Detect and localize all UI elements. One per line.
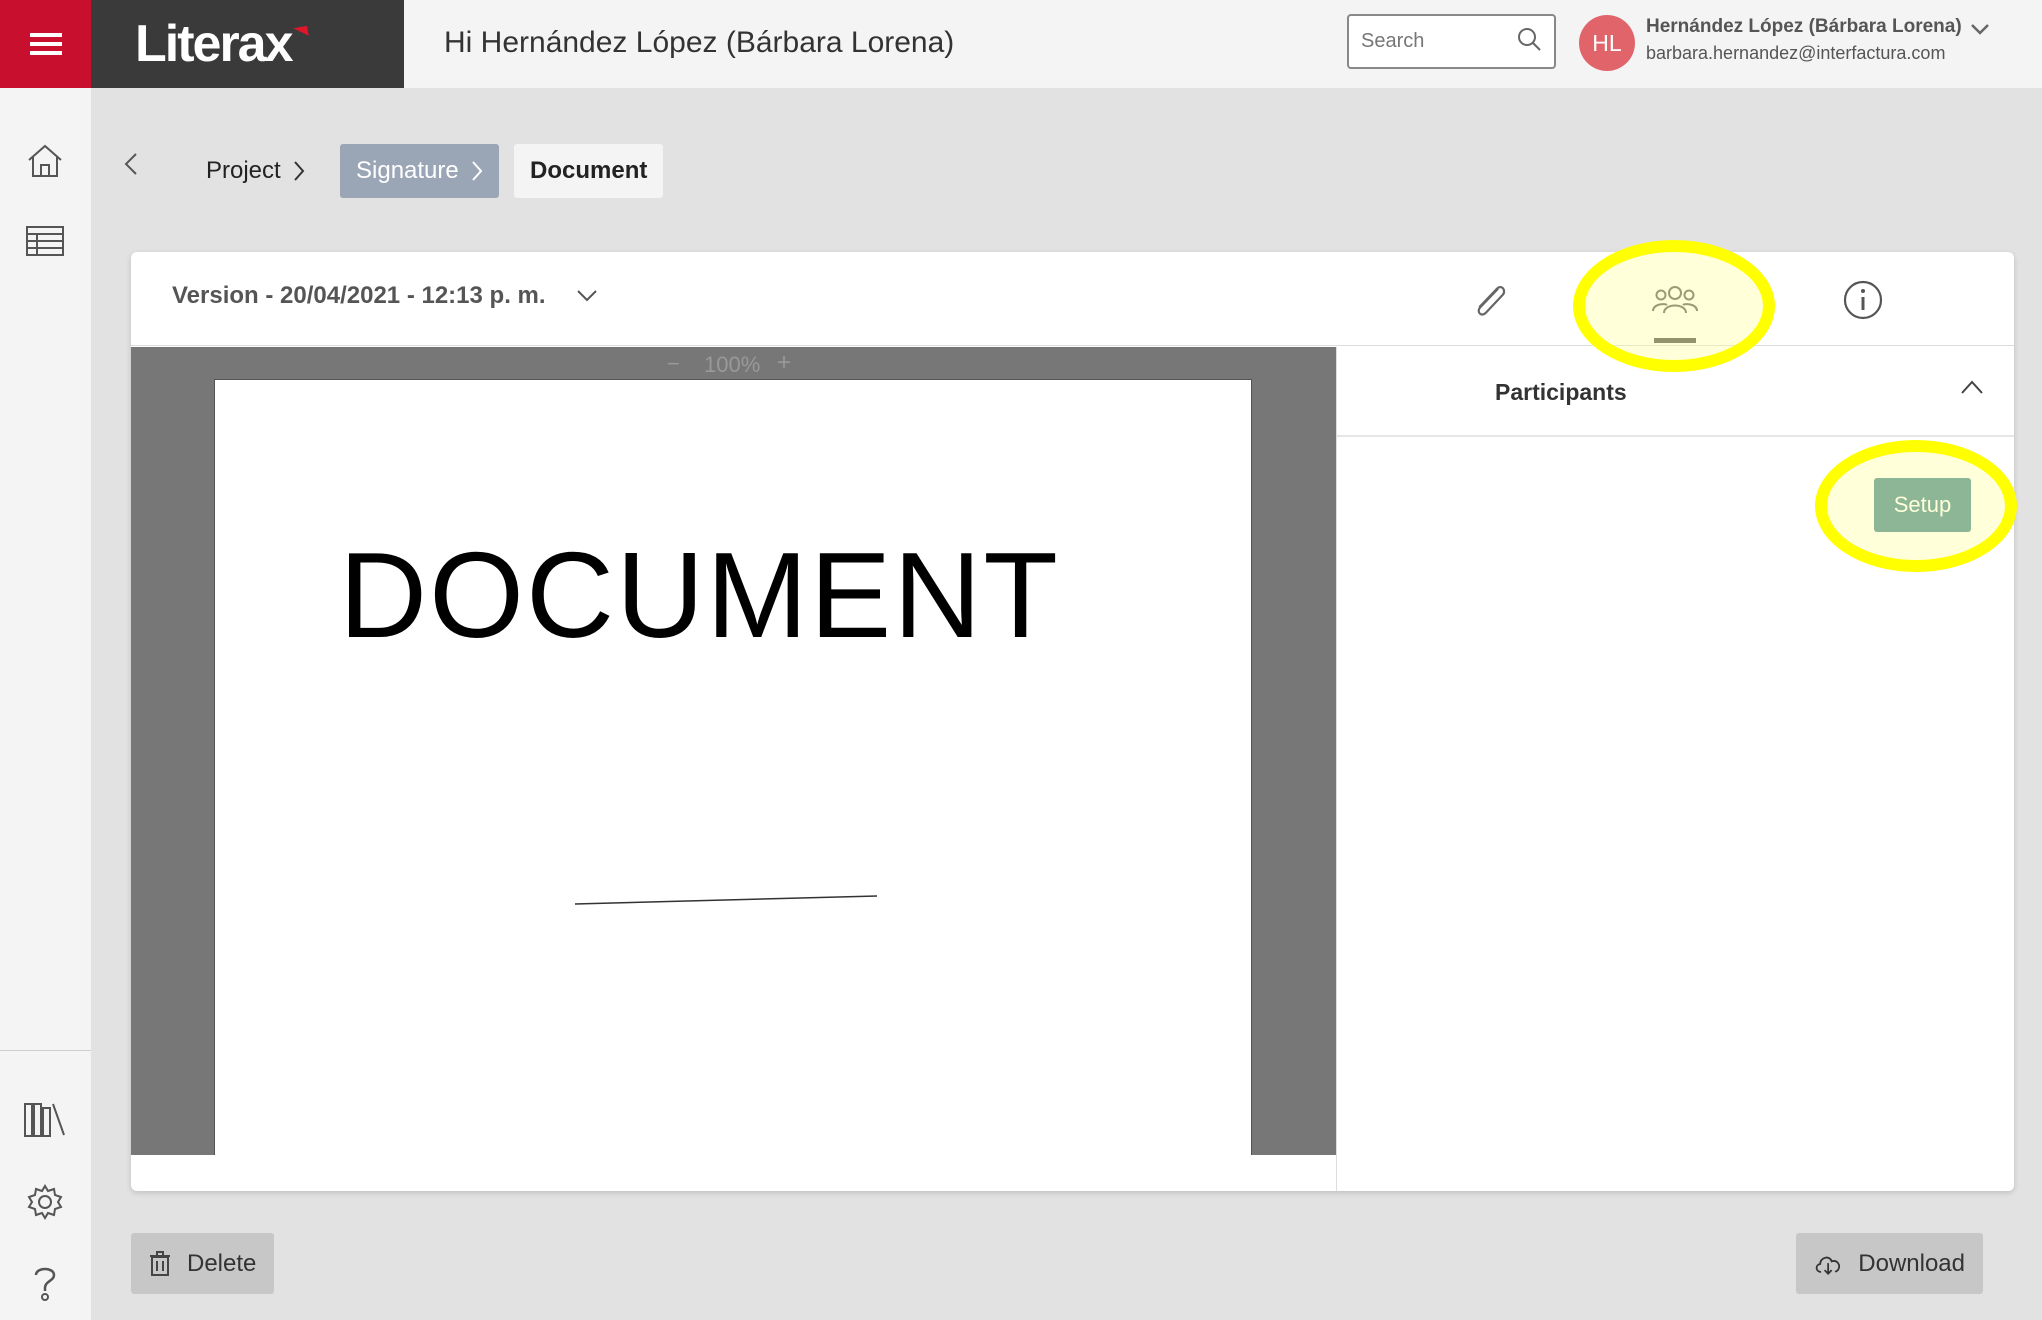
participants-icon	[1652, 286, 1698, 314]
cloud-download-icon	[1815, 1256, 1840, 1275]
hamburger-menu-button[interactable]	[0, 0, 91, 88]
breadcrumb-label: Project	[206, 157, 281, 184]
breadcrumb-document[interactable]: Document	[514, 144, 664, 198]
search-box[interactable]	[1347, 14, 1556, 69]
chevron-up-icon[interactable]	[1960, 379, 1984, 400]
help-icon[interactable]	[22, 1260, 68, 1306]
sidebar-divider	[0, 1050, 91, 1051]
signature-line	[575, 895, 878, 905]
tab-participants[interactable]	[1647, 272, 1703, 328]
back-chevron-icon[interactable]	[124, 152, 138, 181]
gear-icon[interactable]	[22, 1179, 68, 1225]
greeting-text: Hi Hernández López (Bárbara Lorena)	[444, 26, 955, 59]
tab-attachments[interactable]	[1461, 272, 1517, 328]
breadcrumb-project[interactable]: Project	[190, 144, 321, 198]
home-icon[interactable]	[22, 138, 68, 184]
download-button[interactable]: Download	[1796, 1233, 1983, 1294]
user-email: barbara.hernandez@interfactura.com	[1646, 43, 1946, 63]
participants-panel: Participants	[1336, 347, 2014, 1191]
version-label: Version - 20/04/2021 - 12:13 p. m.	[172, 282, 546, 309]
library-icon[interactable]	[22, 1097, 68, 1143]
document-page-text: DOCUMENT	[339, 527, 1060, 663]
chevron-right-icon	[472, 161, 483, 181]
zoom-level: 100%	[704, 352, 761, 377]
setup-button[interactable]: Setup	[1874, 478, 1971, 532]
breadcrumb-signature[interactable]: Signature	[340, 144, 499, 198]
tab-info[interactable]	[1835, 272, 1891, 328]
brand-name: Literax	[135, 15, 294, 73]
zoom-out-button[interactable]: −	[667, 351, 680, 377]
brand-logo[interactable]: Literax	[91, 0, 404, 88]
table-icon[interactable]	[22, 218, 68, 264]
delete-button[interactable]: Delete	[131, 1233, 275, 1294]
chevron-down-icon[interactable]	[1970, 22, 1990, 41]
participants-header[interactable]: Participants	[1337, 347, 2014, 437]
paperclip-icon	[1477, 285, 1506, 316]
chevron-right-icon	[293, 161, 305, 181]
zoom-toolbar: − 100% +	[131, 347, 1336, 381]
card-header: Version - 20/04/2021 - 12:13 p. m.	[131, 252, 2014, 346]
download-label: Download	[1858, 1249, 1965, 1277]
version-select[interactable]: Version - 20/04/2021 - 12:13 p. m.	[172, 282, 598, 310]
top-bar: Hi Hernández López (Bárbara Lorena) HL H…	[404, 0, 2042, 88]
user-name[interactable]: Hernández López (Bárbara Lorena)	[1646, 16, 1962, 38]
document-card: Version - 20/04/2021 - 12:13 p. m. DOCUM…	[131, 252, 2014, 1191]
trash-icon	[150, 1250, 170, 1276]
active-tab-indicator	[1654, 338, 1696, 343]
document-viewer[interactable]: DOCUMENT − 100% +	[131, 347, 1336, 1155]
search-input[interactable]	[1361, 30, 1501, 53]
search-icon[interactable]	[1516, 26, 1542, 57]
info-icon	[1843, 280, 1883, 320]
avatar[interactable]: HL	[1579, 15, 1635, 71]
brand-mark-icon	[292, 25, 309, 39]
zoom-in-button[interactable]: +	[777, 349, 791, 377]
delete-label: Delete	[187, 1249, 257, 1277]
chevron-down-icon	[576, 290, 597, 302]
participants-title: Participants	[1495, 379, 1627, 405]
breadcrumb-label: Signature	[356, 157, 459, 184]
left-sidebar	[0, 88, 91, 1320]
hamburger-icon	[29, 33, 62, 55]
document-page: DOCUMENT	[214, 379, 1252, 1155]
breadcrumb-label: Document	[530, 157, 648, 184]
